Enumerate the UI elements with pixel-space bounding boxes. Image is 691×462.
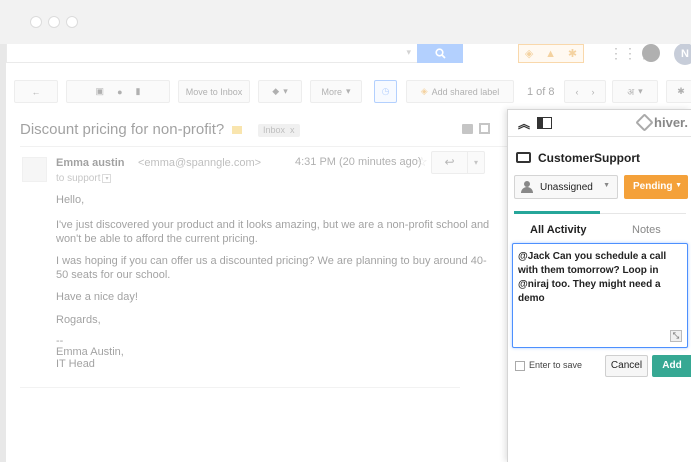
reply-button[interactable]: ↩	[431, 151, 468, 174]
clock-icon: ◷	[381, 86, 390, 96]
recipient-line: to support ▾	[56, 173, 112, 184]
print-icon[interactable]	[462, 124, 473, 134]
inbox-label-chip[interactable]: Inbox x	[258, 124, 300, 137]
snooze-button[interactable]: ◷	[374, 80, 397, 103]
pager-buttons[interactable]: ‹ ›	[564, 80, 606, 103]
report-spam-icon[interactable]: ●	[117, 87, 122, 97]
body-line: 50 seats for our school.	[56, 269, 171, 281]
resize-icon[interactable]: ⤡	[670, 330, 682, 342]
note-textarea[interactable]: @Jack Can you schedule a call with them …	[512, 243, 688, 348]
sent-time: 4:31 PM (20 minutes ago)	[295, 156, 422, 168]
sender-avatar	[22, 157, 47, 182]
chevron-down-icon: ▼	[675, 182, 682, 189]
search-icon	[434, 48, 446, 59]
back-button[interactable]: ←	[14, 80, 58, 103]
back-arrow-icon: ←	[31, 86, 41, 97]
recipient-text: to support	[56, 173, 101, 184]
body-line: I was hoping if you can offer us a disco…	[56, 255, 487, 267]
gear-icon: ✱	[677, 86, 685, 96]
star-icon[interactable]: ☆	[416, 154, 428, 170]
hiver-panel: ︽ hiver. CustomerSupport Unassigned ▼ Pe…	[507, 109, 691, 462]
enter-to-save-label: Enter to save	[529, 360, 583, 370]
body-line: IT Head	[56, 358, 95, 370]
add-shared-label-button[interactable]: ◈ Add shared label	[406, 80, 514, 103]
window-close-dot[interactable]	[30, 16, 42, 28]
body-line: Have a nice day!	[56, 291, 138, 303]
chevron-down-icon: ▾	[406, 47, 411, 57]
search-input[interactable]: ▾	[6, 44, 418, 63]
labels-button[interactable]: ◆ ▾	[258, 80, 302, 103]
inbox-tray-icon	[516, 152, 531, 163]
chevron-left-icon[interactable]: ‹	[575, 87, 578, 97]
hiver-logo-text: hiver.	[654, 115, 688, 130]
sender-email: <emma@spanngle.com>	[138, 157, 262, 169]
panel-header: ︽ hiver.	[508, 110, 691, 137]
pager-text: 1 of 8	[527, 86, 555, 98]
new-window-icon[interactable]	[479, 123, 490, 134]
hiver-label-icon: ◈	[420, 86, 428, 96]
tab-notes[interactable]: Notes	[632, 224, 661, 236]
move-to-inbox-button[interactable]: Move to Inbox	[178, 80, 250, 103]
window-minimize-dot[interactable]	[48, 16, 60, 28]
chevron-right-icon[interactable]: ›	[592, 87, 595, 97]
notifications-icon[interactable]	[642, 44, 660, 62]
avatar[interactable]: N	[674, 44, 691, 65]
body-line: I've just discovered your product and it…	[56, 219, 490, 231]
shared-mailbox-name: CustomerSupport	[538, 151, 640, 165]
assignee-dropdown[interactable]: Unassigned ▼	[514, 175, 618, 199]
message-more-button[interactable]: ▾	[467, 151, 485, 174]
chevron-down-icon: ▾	[638, 86, 643, 96]
sidebar-toggle-icon[interactable]	[537, 117, 552, 129]
input-tools-button[interactable]: अ ▾	[612, 80, 658, 103]
divider	[20, 146, 510, 147]
settings-button[interactable]: ✱	[666, 80, 691, 103]
show-details-icon[interactable]: ▾	[102, 173, 112, 183]
divider	[20, 387, 460, 388]
hiver-mark-icon	[635, 113, 654, 132]
cancel-button[interactable]: Cancel	[605, 355, 648, 377]
status-label: Pending	[633, 181, 673, 192]
status-dropdown[interactable]: Pending ▼	[624, 175, 688, 199]
enter-to-save-checkbox[interactable]	[515, 361, 525, 371]
delete-icon[interactable]: ▮	[136, 86, 141, 97]
more-label: More	[321, 86, 342, 97]
body-line: Hello,	[56, 194, 85, 206]
label-remove-icon[interactable]: x	[290, 125, 295, 135]
archive-icon[interactable]: ▣	[96, 86, 105, 97]
add-note-button[interactable]: Add	[652, 355, 691, 377]
chevron-down-icon: ▾	[345, 86, 351, 96]
chevron-down-icon: ▾	[473, 158, 478, 167]
inbox-label-text: Inbox	[263, 125, 286, 135]
collapse-icon[interactable]: ︽	[518, 115, 530, 132]
input-tools-label: अ	[627, 87, 635, 97]
app-window: ▾ ◈ ▲ ✱ ⋮⋮⋮ N ← ▣ ● ▮ Move to Inbox ◆ ▾ Mor…	[6, 44, 691, 462]
hiver-logo: hiver.	[635, 113, 688, 132]
browser-frame: ▾ ◈ ▲ ✱ ⋮⋮⋮ N ← ▣ ● ▮ Move to Inbox ◆ ▾ Mor…	[0, 0, 691, 462]
tab-all-activity[interactable]: All Activity	[530, 224, 586, 236]
hiver-toolbar-icons[interactable]: ◈ ▲ ✱	[518, 44, 584, 63]
important-marker-icon[interactable]	[232, 126, 242, 134]
chevron-down-icon: ▼	[603, 182, 610, 189]
title-bar	[0, 0, 691, 44]
apps-grid-icon[interactable]: ⋮⋮⋮	[609, 46, 651, 60]
add-shared-label-text: Add shared label	[431, 86, 500, 97]
sender-name: Emma austin	[56, 157, 125, 169]
gear-icon[interactable]: ✱	[568, 47, 577, 60]
email-subject: Discount pricing for non-profit?	[20, 121, 225, 138]
bell-icon[interactable]: ▲	[545, 48, 556, 60]
assignee-label: Unassigned	[540, 182, 593, 193]
window-maximize-dot[interactable]	[66, 16, 78, 28]
body-line: won't be able to afford the current pric…	[56, 233, 258, 245]
hiver-icon[interactable]: ◈	[525, 47, 533, 60]
chevron-down-icon: ▾	[283, 86, 288, 96]
person-icon	[521, 181, 533, 193]
label-icon: ◆	[272, 86, 280, 96]
action-group: ▣ ● ▮	[66, 80, 170, 103]
note-text: @Jack Can you schedule a call with them …	[518, 251, 667, 304]
reply-icon: ↩	[444, 155, 455, 169]
active-tab-indicator	[514, 211, 600, 214]
more-button[interactable]: More ▾	[310, 80, 362, 103]
body-line: Rogards,	[56, 314, 101, 326]
search-button[interactable]	[417, 44, 463, 63]
